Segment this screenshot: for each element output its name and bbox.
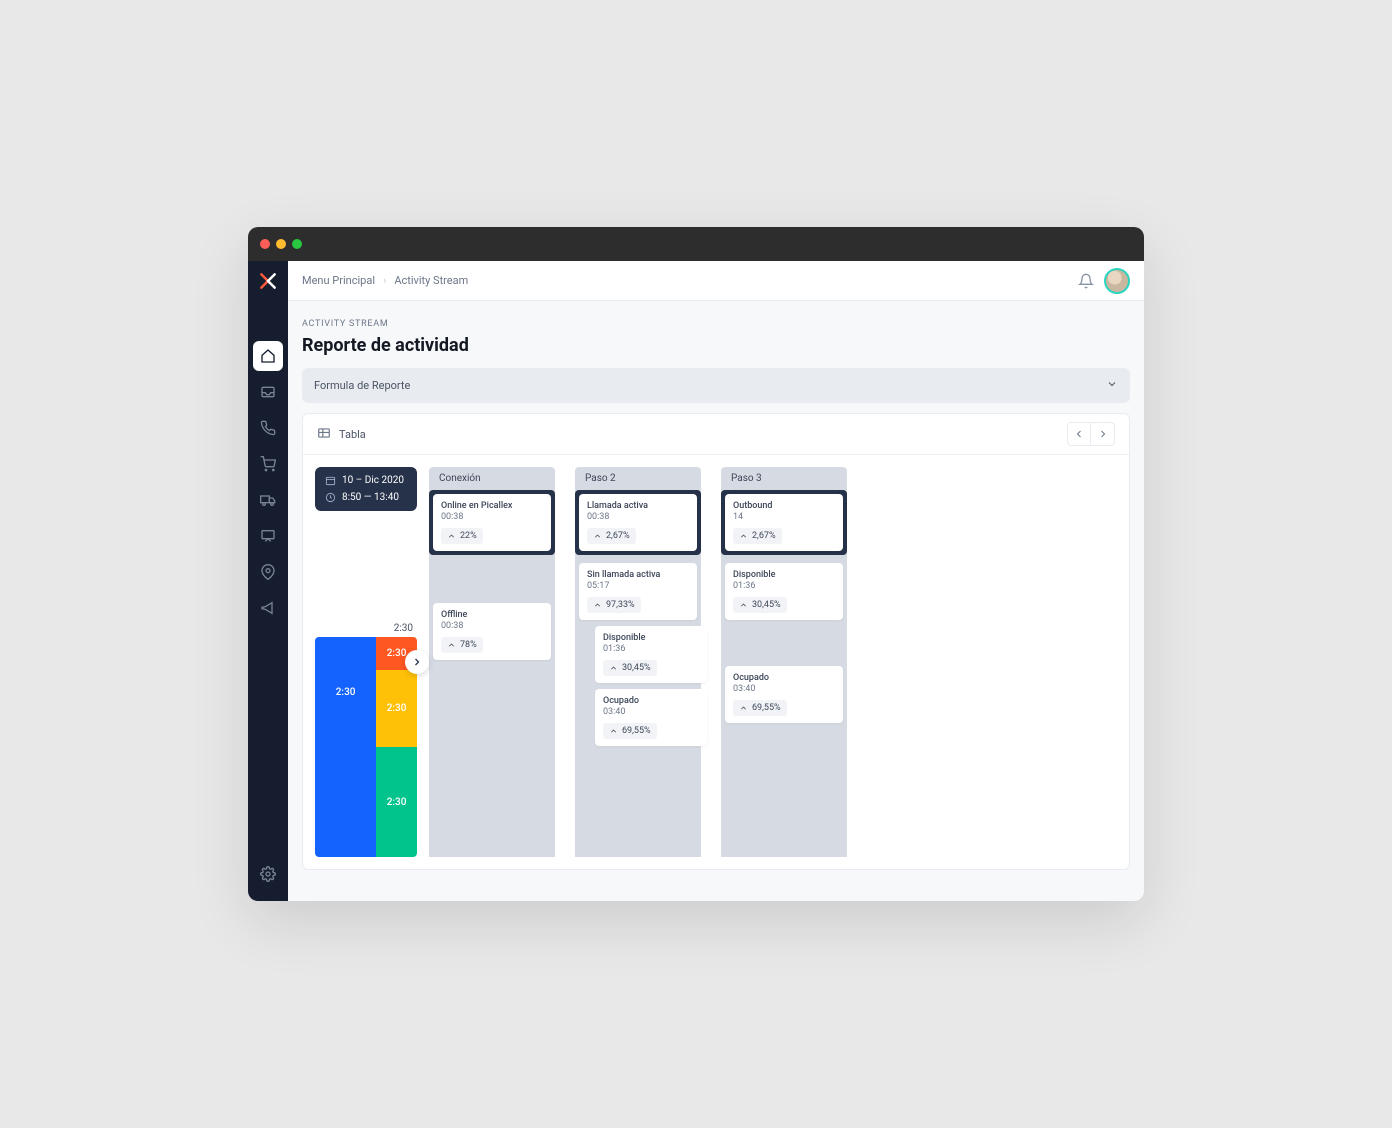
- app-logo: [256, 269, 280, 293]
- bell-icon[interactable]: [1078, 273, 1094, 289]
- panel-tab-label[interactable]: Tabla: [339, 428, 366, 441]
- formula-bar[interactable]: Formula de Reporte: [302, 368, 1130, 403]
- calendar-icon: [325, 475, 336, 486]
- breadcrumb: Menu Principal › Activity Stream: [302, 274, 468, 287]
- chevron-down-icon: [1106, 378, 1118, 393]
- report-panel: Tabla: [302, 413, 1130, 870]
- sidebar-item-inbox[interactable]: [253, 377, 283, 407]
- topbar: Menu Principal › Activity Stream: [288, 261, 1144, 301]
- col-header: Paso 3: [721, 467, 847, 490]
- sidebar-item-phone[interactable]: [253, 413, 283, 443]
- arrow-up-icon: [447, 532, 456, 541]
- sidebar-item-settings[interactable]: [253, 859, 283, 889]
- trend-chip: 97,33%: [587, 597, 641, 613]
- panel-body: 10 – Dic 2020 8:50 — 13:40 2:30: [303, 455, 1129, 869]
- page-title: Reporte de actividad: [302, 335, 1130, 356]
- card[interactable]: Disponible 01:36 30,45%: [725, 563, 843, 620]
- trend-chip: 22%: [441, 528, 483, 544]
- minimize-dot[interactable]: [276, 239, 286, 249]
- card[interactable]: Ocupado 03:40 69,55%: [725, 666, 843, 723]
- trend-chip: 2,67%: [587, 528, 636, 544]
- sidebar-item-home[interactable]: [253, 341, 283, 371]
- card-nested[interactable]: Ocupado 03:40 69,55%: [595, 689, 707, 746]
- clock-icon: [325, 492, 336, 503]
- content: ACTIVITY STREAM Reporte de actividad For…: [288, 301, 1144, 901]
- sidebar-item-truck[interactable]: [253, 485, 283, 515]
- eyebrow: ACTIVITY STREAM: [302, 319, 1130, 329]
- col-header: Paso 2: [575, 467, 701, 490]
- flow-col-0: Conexión Online en Picallex 00:38: [429, 467, 555, 857]
- seg-yellow-label: 2:30: [387, 703, 407, 714]
- sidebar-item-location[interactable]: [253, 557, 283, 587]
- primary-card[interactable]: Online en Picallex 00:38 22%: [433, 494, 551, 551]
- trend-chip: 2,67%: [733, 528, 782, 544]
- prev-button[interactable]: [1067, 422, 1091, 446]
- card-nested[interactable]: Disponible 01:36 30,45%: [595, 626, 707, 683]
- card[interactable]: Sin llamada activa 05:17 97,33%: [579, 563, 697, 620]
- close-dot[interactable]: [260, 239, 270, 249]
- arrow-up-icon: [447, 641, 456, 650]
- stack-top-label: 2:30: [394, 623, 413, 634]
- col-header: Conexión: [429, 467, 555, 490]
- maximize-dot[interactable]: [292, 239, 302, 249]
- sidebar-item-cart[interactable]: [253, 449, 283, 479]
- breadcrumb-root[interactable]: Menu Principal: [302, 274, 375, 287]
- flow-col-2: Paso 3 Outbound 14 2,67%: [721, 467, 847, 857]
- arrow-up-icon: [609, 727, 618, 736]
- panel-head: Tabla: [303, 414, 1129, 455]
- breadcrumb-current: Activity Stream: [394, 274, 468, 287]
- avatar[interactable]: [1104, 268, 1130, 294]
- seg-blue-label: 2:30: [336, 687, 356, 698]
- flow-col-1: Paso 2 Llamada activa 00:38: [575, 467, 701, 857]
- arrow-up-icon: [593, 601, 602, 610]
- primary-card[interactable]: Llamada activa 00:38 2,67%: [579, 494, 697, 551]
- primary-card[interactable]: Outbound 14 2,67%: [725, 494, 843, 551]
- trend-chip: 78%: [441, 637, 483, 653]
- trend-chip: 69,55%: [603, 723, 657, 739]
- flow-columns: Conexión Online en Picallex 00:38: [429, 467, 1117, 857]
- stacked-bar: 2:30 2:30 2:30 2:30: [315, 637, 417, 857]
- arrow-up-icon: [739, 704, 748, 713]
- date-value: 10 – Dic 2020: [342, 475, 404, 486]
- arrow-up-icon: [593, 532, 602, 541]
- chevron-right-icon: ›: [383, 274, 386, 287]
- seg-orange-label: 2:30: [387, 648, 407, 659]
- app-body: Menu Principal › Activity Stream ACTIVIT…: [248, 261, 1144, 901]
- sidebar: [248, 261, 288, 901]
- time-value: 8:50 — 13:40: [342, 492, 399, 503]
- left-column: 10 – Dic 2020 8:50 — 13:40 2:30: [315, 467, 417, 857]
- arrow-up-icon: [609, 664, 618, 673]
- arrow-up-icon: [739, 532, 748, 541]
- app-window: Menu Principal › Activity Stream ACTIVIT…: [248, 227, 1144, 901]
- table-icon: [317, 426, 331, 443]
- trend-chip: 30,45%: [733, 597, 787, 613]
- next-button[interactable]: [1091, 422, 1115, 446]
- arrow-up-icon: [739, 601, 748, 610]
- trend-chip: 69,55%: [733, 700, 787, 716]
- titlebar: [248, 227, 1144, 261]
- main-area: Menu Principal › Activity Stream ACTIVIT…: [288, 261, 1144, 901]
- expand-button[interactable]: [405, 650, 429, 674]
- trend-chip: 30,45%: [603, 660, 657, 676]
- seg-green-label: 2:30: [387, 797, 407, 808]
- sidebar-item-megaphone[interactable]: [253, 593, 283, 623]
- formula-label: Formula de Reporte: [314, 379, 410, 392]
- date-card: 10 – Dic 2020 8:50 — 13:40: [315, 467, 417, 511]
- card[interactable]: Offline 00:38 78%: [433, 603, 551, 660]
- sidebar-item-presentation[interactable]: [253, 521, 283, 551]
